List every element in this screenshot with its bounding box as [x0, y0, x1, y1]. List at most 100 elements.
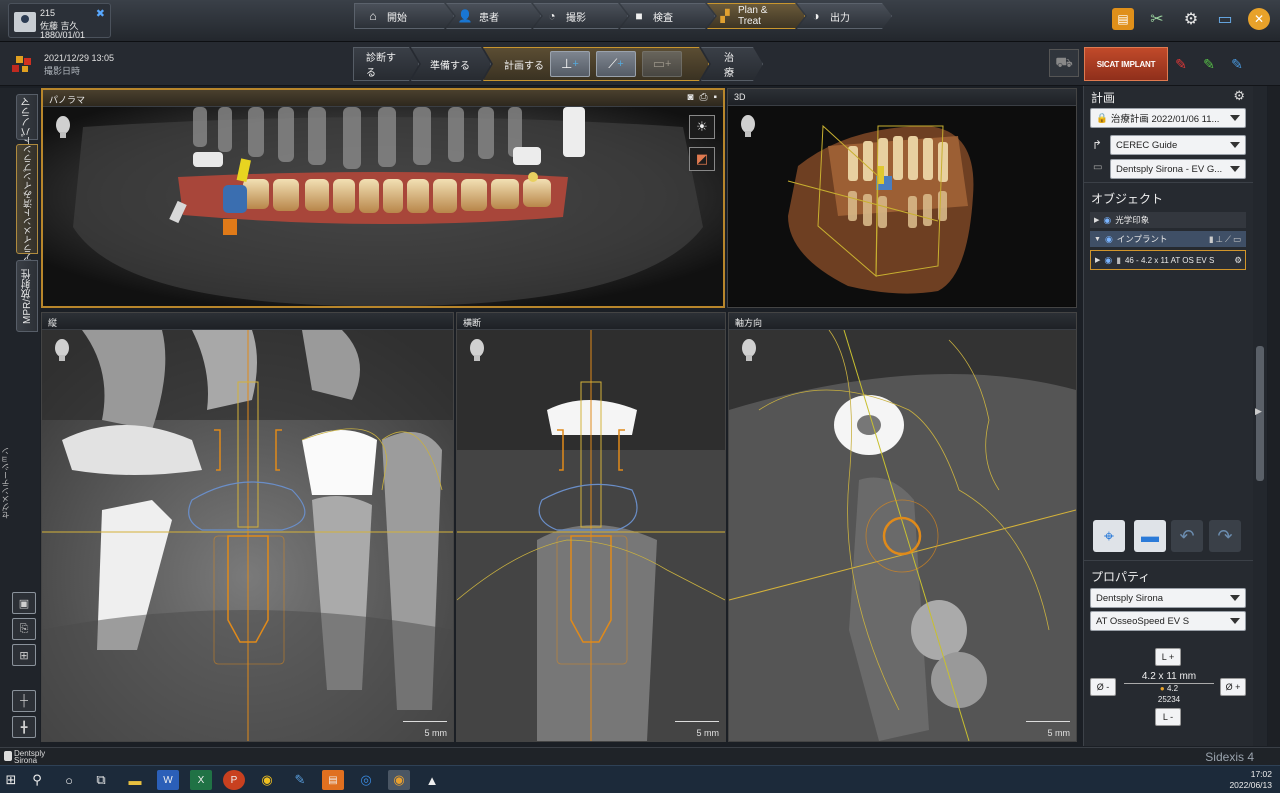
phase-diagnose[interactable]: 診断する — [353, 47, 419, 81]
focus-button[interactable]: ⌖ — [1093, 520, 1125, 552]
object-implant-46[interactable]: ▶ ◉ ▮ 46 - 4.2 x 11 AT OS EV S ⚙ — [1090, 250, 1246, 270]
implant-tools-icon[interactable]: ▮⊥⟋▭ — [1209, 234, 1243, 245]
object-optical-scan[interactable]: ▶ ◉ 光学印象 — [1090, 212, 1246, 228]
visibility-icon[interactable]: ◉ — [1104, 255, 1112, 266]
axial-image[interactable]: 5 mm — [729, 329, 1076, 741]
cortana-icon[interactable]: ○ — [58, 770, 80, 790]
close-icon[interactable]: ✕ — [1248, 8, 1270, 30]
phase-treat[interactable]: 治療 — [701, 47, 763, 81]
wf-plantreat[interactable]: ▞ Plan & Treat — [707, 3, 805, 29]
chrome-icon[interactable]: ◉ — [256, 770, 278, 790]
app-pin-icon[interactable]: ✎ — [289, 770, 311, 790]
screenshot-tool[interactable]: ▣ — [12, 592, 36, 614]
longitudinal-image[interactable]: 5 mm — [42, 330, 453, 741]
sicat-green-icon[interactable]: ✎ — [1198, 53, 1220, 75]
implant-settings-icon[interactable]: ⚙ — [1234, 255, 1242, 266]
guide-select[interactable]: CEREC Guide — [1110, 135, 1246, 155]
tab-mpr[interactable]: MPR/放射性 — [16, 260, 38, 332]
collapse-panel-icon[interactable]: ▶ — [1255, 406, 1262, 417]
powerpoint-icon[interactable]: P — [223, 770, 245, 790]
layout-tool[interactable]: ⊞ — [12, 644, 36, 666]
product-select[interactable]: AT OsseoSpeed EV S — [1090, 611, 1246, 631]
wf-patient-label: 患者 — [479, 12, 499, 24]
phase-plan[interactable]: 計画する ⊥ + ⟋ + ▭ + — [483, 47, 709, 81]
axial-view[interactable]: 軸方向 5 mm — [728, 312, 1077, 742]
print-icon[interactable]: ⎙ — [699, 92, 707, 103]
longitudinal-view[interactable]: 縦 5 mm — [41, 312, 454, 742]
word-icon[interactable]: W — [157, 770, 179, 790]
expand-icon[interactable]: ▶ — [1095, 256, 1100, 264]
wf-start[interactable]: ⌂ 開始 — [354, 3, 454, 29]
ruler-button[interactable]: ▬ — [1134, 520, 1166, 552]
wf-output[interactable]: ◑ 出力 — [797, 3, 892, 29]
panorama-view[interactable]: パノラマ ◙ ⎙ ▪ ☀ ◩ — [41, 88, 725, 308]
crosshair-tool[interactable]: ╋ — [12, 716, 36, 738]
length-plus-button[interactable]: L + — [1155, 648, 1181, 666]
brightness-icon[interactable]: ☀ — [689, 115, 715, 139]
object-implant-group[interactable]: ▼ ◉ インプラント ▮⊥⟋▭ — [1090, 231, 1246, 247]
pin-icon[interactable]: ✖ — [96, 7, 105, 20]
sleeve-select[interactable]: Dentsply Sirona - EV G... — [1110, 159, 1246, 179]
add-implant-button[interactable]: ⊥ + — [550, 51, 590, 77]
expand-icon[interactable]: ▶ — [1094, 216, 1099, 224]
wf-exam[interactable]: ■ 検査 — [620, 3, 715, 29]
search-icon[interactable]: ⚲ — [26, 770, 48, 790]
product-select-value: AT OsseoSpeed EV S — [1096, 615, 1190, 627]
visibility-icon[interactable]: ◉ — [1105, 234, 1113, 245]
lock-icon: 🔒 — [1096, 112, 1108, 124]
app-blue-icon[interactable]: ◎ — [355, 770, 377, 790]
three-d-view[interactable]: 3D — [727, 88, 1077, 308]
three-d-render[interactable] — [728, 106, 1076, 307]
right-panel-scrollbar[interactable]: ▶ — [1253, 86, 1267, 746]
task-view-icon[interactable]: ⧉ — [90, 770, 112, 790]
tools-icon[interactable]: ✂ — [1146, 8, 1168, 30]
object-label: インプラント — [1116, 234, 1168, 244]
diameter-plus-button[interactable]: Ø + — [1220, 678, 1246, 696]
manufacturer-select[interactable]: Dentsply Sirona — [1090, 588, 1246, 608]
patient-card[interactable]: 215 佐藤 吉久 1880/01/01 ✖ — [8, 3, 111, 40]
window-icon[interactable]: ▭ — [1214, 8, 1236, 30]
clock[interactable]: 17:02 2022/06/13 — [1229, 769, 1272, 791]
file-explorer-icon[interactable]: ▬ — [124, 770, 146, 790]
collapse-icon[interactable]: ▼ — [1094, 236, 1101, 243]
cross-section-image[interactable]: 5 mm — [457, 330, 725, 741]
add-angled-implant-button[interactable]: ⟋ + — [596, 51, 636, 77]
filter-icon[interactable]: ◩ — [689, 147, 715, 171]
measure-tool[interactable]: ┼ — [12, 690, 36, 712]
sicat-implant-tab[interactable]: SICAT IMPLANT — [1084, 47, 1168, 81]
footer-brand-line2: Sirona — [14, 756, 38, 765]
photos-icon[interactable]: ▲ — [421, 770, 443, 790]
add-sleeve-button[interactable]: ▭ + — [642, 51, 682, 77]
export-tool[interactable]: ⎘ — [12, 618, 36, 640]
sicat-red-icon[interactable]: ✎ — [1170, 53, 1192, 75]
tab-mpr-label: MPR/放射性 — [21, 268, 33, 324]
maximize-icon[interactable]: ▪ — [713, 92, 717, 103]
app-orange-icon[interactable]: ▤ — [322, 770, 344, 790]
redo-button[interactable]: ↷ — [1209, 520, 1241, 552]
sidexis-taskbar-icon[interactable]: ◉ — [388, 770, 410, 790]
wf-capture[interactable]: ◔ 撮影 — [533, 3, 628, 29]
undo-button[interactable]: ↶ — [1171, 520, 1203, 552]
three-d-scene — [728, 106, 1076, 306]
length-minus-button[interactable]: L - — [1155, 708, 1181, 726]
gear-icon[interactable]: ⚙ — [1180, 8, 1202, 30]
sicat-blue-icon[interactable]: ✎ — [1226, 53, 1248, 75]
segmentation-tab[interactable]: セグメンテーション — [0, 433, 10, 533]
tab-panorama[interactable]: パノラマ — [16, 94, 38, 140]
plan-settings-icon[interactable]: ⚙ — [1233, 88, 1245, 104]
panorama-image[interactable]: ☀ ◩ — [43, 107, 723, 306]
cross-section-view[interactable]: 横断 5 mm — [456, 312, 726, 742]
article-number: 25234 — [1157, 695, 1181, 704]
phase-prepare[interactable]: 準備する — [411, 47, 491, 81]
visibility-icon[interactable]: ◉ — [1103, 215, 1111, 226]
excel-icon[interactable]: X — [190, 770, 212, 790]
wf-patient[interactable]: 👤 患者 — [446, 3, 541, 29]
document-icon[interactable]: ▤ — [1112, 8, 1134, 30]
diameter-minus-button[interactable]: Ø - — [1090, 678, 1116, 696]
plan-select[interactable]: 🔒 治療計画 2022/01/06 11... — [1090, 108, 1246, 128]
tab-aligned-implant[interactable]: アライメント済みインプラント — [16, 136, 38, 262]
cart-icon[interactable]: ⛟ — [1049, 49, 1079, 77]
head-orientation-icon — [56, 116, 70, 138]
camera-icon[interactable]: ◙ — [687, 92, 693, 103]
windows-start-icon[interactable]: ⊞ — [0, 770, 22, 790]
